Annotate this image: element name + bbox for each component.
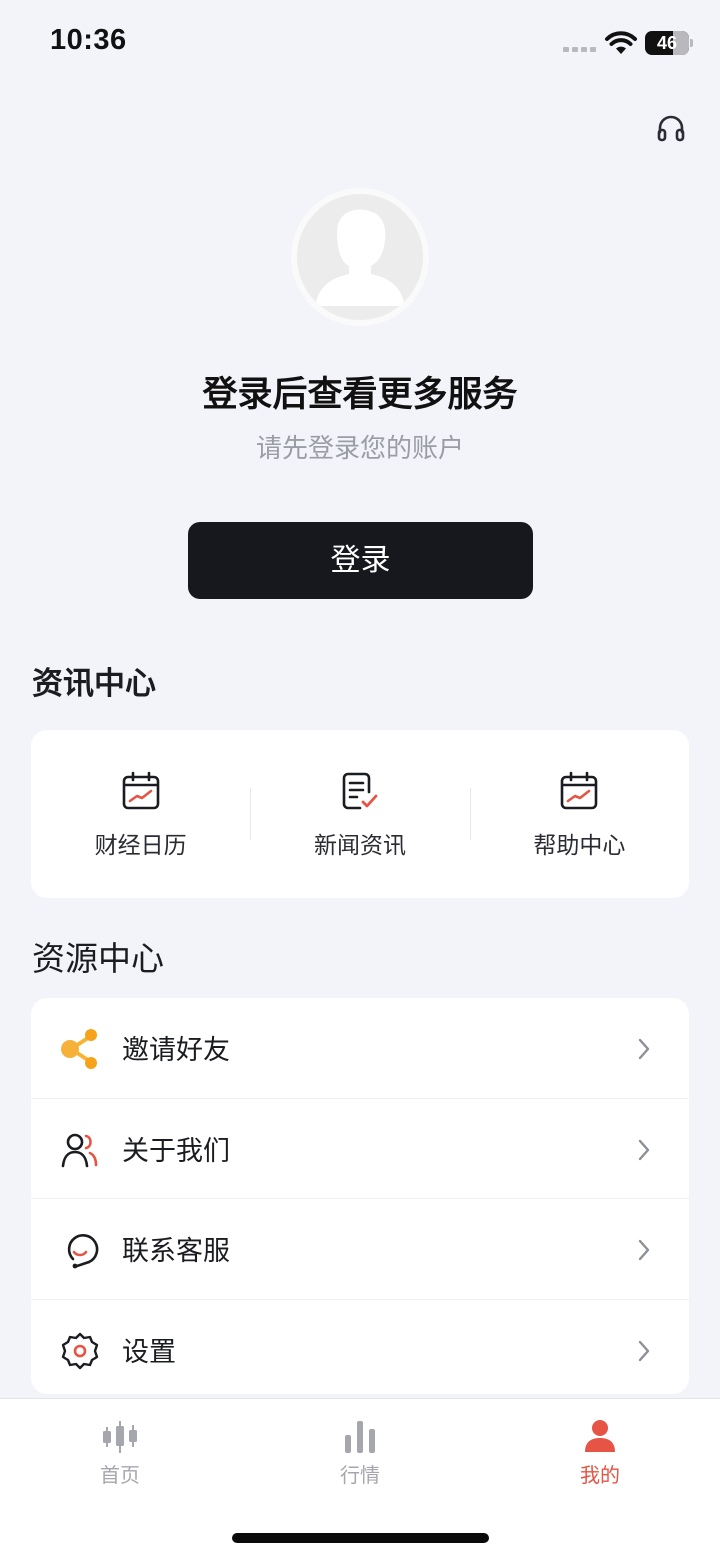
person-icon	[585, 1420, 615, 1452]
candlestick-icon	[103, 1421, 137, 1453]
row-settings[interactable]: 设置	[31, 1300, 689, 1401]
row-label: 关于我们	[122, 1135, 230, 1167]
cellular-signal-icon	[563, 47, 596, 52]
info-center-card: 财经日历 新闻资讯 帮助中心	[31, 730, 689, 898]
divider	[469, 788, 471, 840]
share-icon	[61, 1029, 97, 1069]
login-subtitle: 请先登录您的账户	[255, 434, 464, 464]
info-item-label: 财经日历	[94, 833, 187, 859]
info-item-news[interactable]: 新闻资讯	[250, 730, 469, 898]
battery-level: 46	[656, 33, 678, 53]
resource-center-card: 邀请好友 关于我们 联系客服 设置	[31, 998, 689, 1394]
tab-label: 行情	[340, 1463, 380, 1487]
info-item-label: 新闻资讯	[313, 833, 406, 859]
tab-mine[interactable]: 我的	[480, 1399, 720, 1509]
customer-service-icon	[67, 1234, 99, 1269]
row-label: 联系客服	[122, 1236, 230, 1268]
wifi-icon	[605, 31, 637, 54]
row-label: 设置	[122, 1337, 176, 1369]
tab-home[interactable]: 首页	[0, 1399, 240, 1509]
bar-chart-icon	[345, 1421, 375, 1453]
default-user-icon	[315, 209, 405, 306]
news-document-icon	[342, 772, 378, 810]
resource-center-title: 资源中心	[32, 939, 164, 978]
divider	[250, 788, 252, 840]
login-title: 登录后查看更多服务	[202, 375, 518, 415]
home-indicator	[232, 1533, 489, 1543]
tab-label: 首页	[100, 1463, 140, 1487]
chevron-right-icon	[638, 1239, 650, 1261]
tab-label: 我的	[580, 1463, 620, 1487]
calendar-chart-icon	[122, 771, 159, 810]
avatar[interactable]	[291, 188, 429, 326]
info-center-title: 资讯中心	[32, 666, 156, 702]
tab-market[interactable]: 行情	[240, 1399, 480, 1509]
login-button[interactable]: 登录	[188, 522, 533, 599]
battery-icon: 46	[645, 31, 689, 55]
chevron-right-icon	[638, 1340, 650, 1361]
row-about-us[interactable]: 关于我们	[31, 1099, 689, 1199]
status-bar: 10:36 46	[0, 0, 720, 90]
status-time: 10:36	[50, 24, 127, 56]
info-item-finance-calendar[interactable]: 财经日历	[31, 730, 250, 898]
settings-gear-icon	[61, 1332, 99, 1369]
users-icon	[61, 1133, 98, 1167]
chevron-right-icon	[638, 1139, 650, 1160]
headset-icon[interactable]	[656, 113, 686, 143]
info-item-label: 帮助中心	[533, 833, 626, 859]
battery-tip	[690, 39, 693, 47]
info-item-help-center[interactable]: 帮助中心	[469, 730, 689, 898]
chevron-right-icon	[638, 1038, 650, 1060]
row-contact-service[interactable]: 联系客服	[31, 1199, 689, 1300]
row-label: 邀请好友	[122, 1035, 230, 1067]
calendar-chart-icon	[561, 771, 598, 810]
row-invite-friends[interactable]: 邀请好友	[31, 998, 689, 1099]
